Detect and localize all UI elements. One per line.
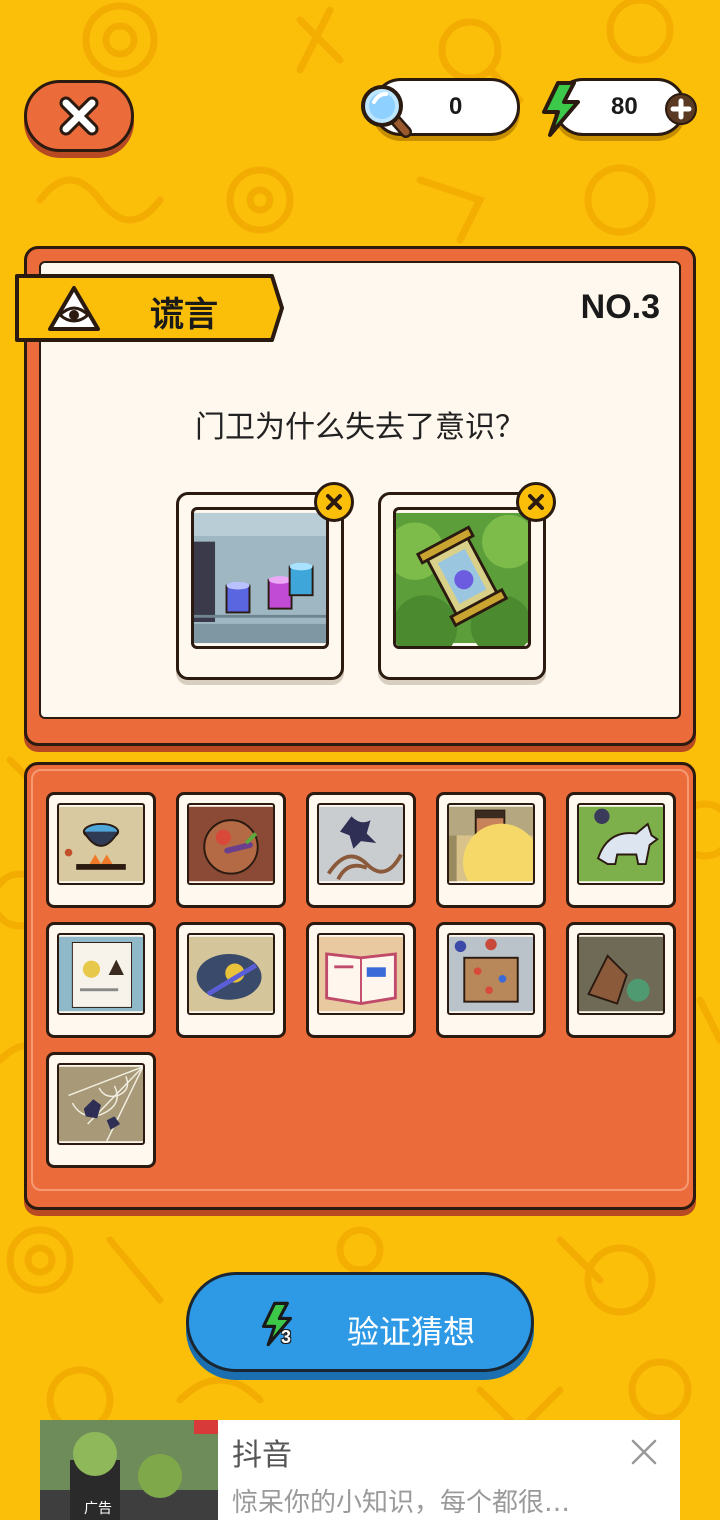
magnifier-count: 0 [449,93,463,120]
clue-image-wolf-in-field [577,803,665,885]
close-icon [59,96,99,136]
clue-image-cauldron [57,803,145,885]
clue-card-wanted-poster[interactable] [46,922,156,1038]
ad-thumbnail[interactable]: 广告 [40,1420,218,1520]
ad-banner[interactable]: 广告 抖音 惊呆你的小知识，每个都很… [40,1420,680,1520]
ad-tag: 广告 [84,1501,112,1517]
clue-image-tree-stump [577,933,665,1015]
plus-icon[interactable] [664,92,698,126]
clue-image-gem-map [447,933,535,1015]
remove-clue-2-button[interactable] [516,482,556,522]
eye-triangle-icon [48,286,100,331]
clue-card-open-book[interactable] [306,922,416,1038]
ad-close-icon[interactable] [630,1438,658,1466]
close-button[interactable] [24,80,134,152]
ad-description: 惊呆你的小知识，每个都很… [232,1488,571,1518]
clue-image-lantern [393,507,531,649]
clue-card-magic-map[interactable] [176,922,286,1038]
level-number: NO.3 [580,288,660,326]
clue-card-cauldron[interactable] [46,792,156,908]
clue-image-open-book [317,933,405,1015]
verify-guess-button[interactable]: 3 验证猜想 [186,1272,534,1372]
close-icon [528,494,544,510]
clue-image-cat-on-vines [317,803,405,885]
clue-image-magic-map [187,933,275,1015]
verify-cost: 3 [281,1327,292,1347]
ad-title: 抖音 [232,1438,292,1473]
clue-image-basket [187,803,275,885]
clue-card-tree-stump[interactable] [566,922,676,1038]
clue-card-wolf-in-field[interactable] [566,792,676,908]
clue-image-spider-web [57,1063,145,1145]
energy-count: 80 [611,93,638,120]
category-label: 谎言 [150,295,218,335]
verify-guess-label: 验证猜想 [347,1313,476,1351]
clue-image-window-peek [447,803,535,885]
clue-card-basket[interactable] [176,792,286,908]
magnifier-icon [361,85,412,138]
clue-card-cat-on-vines[interactable] [306,792,416,908]
clue-card-spider-web[interactable] [46,1052,156,1168]
clue-card-gem-map[interactable] [436,922,546,1038]
close-icon [326,494,342,510]
selected-clue-slot-2[interactable] [378,492,546,680]
question-text: 门卫为什么失去了意识？ [195,410,525,445]
clue-card-window-peek[interactable] [436,792,546,908]
remove-clue-1-button[interactable] [314,482,354,522]
selected-clue-slot-1[interactable] [176,492,344,680]
lightning-icon [542,81,580,137]
clue-image-wanted-poster [57,933,145,1015]
clue-image-candles [191,507,329,649]
